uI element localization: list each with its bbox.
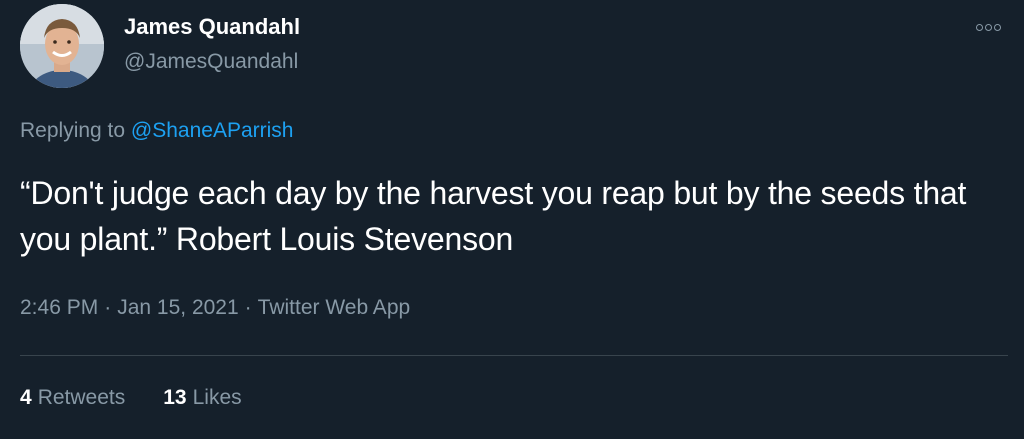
tweet-stats: 4 Retweets 13 Likes (20, 386, 242, 410)
avatar-image (20, 4, 104, 88)
more-icon[interactable] (976, 20, 1006, 34)
replying-to: Replying to @ShaneAParrish (20, 119, 293, 143)
divider (20, 355, 1008, 356)
reply-mention-link[interactable]: @ShaneAParrish (131, 119, 294, 142)
tweet-card: James Quandahl @JamesQuandahl Replying t… (0, 0, 1024, 439)
retweets-count: 4 (20, 386, 32, 409)
more-dot (976, 23, 983, 31)
avatar[interactable] (20, 4, 104, 88)
more-dot (985, 23, 992, 31)
likes-count: 13 (163, 386, 187, 409)
meta-separator: · (244, 296, 252, 319)
likes-label: Likes (192, 386, 242, 409)
tweet-text: “Don't judge each day by the harvest you… (20, 175, 967, 257)
tweet-meta: 2:46 PM · Jan 15, 2021 · Twitter Web App (20, 296, 410, 320)
tweet-time[interactable]: 2:46 PM (20, 296, 98, 319)
user-handle[interactable]: @JamesQuandahl (124, 50, 298, 74)
replying-prefix: Replying to (20, 119, 131, 142)
more-dot (994, 23, 1001, 31)
display-name[interactable]: James Quandahl (124, 14, 300, 40)
tweet-source[interactable]: Twitter Web App (258, 296, 411, 319)
retweets-stat[interactable]: 4 Retweets (20, 386, 125, 410)
tweet-date[interactable]: Jan 15, 2021 (117, 296, 238, 319)
retweets-label: Retweets (37, 386, 126, 409)
likes-stat[interactable]: 13 Likes (163, 386, 241, 410)
meta-separator: · (104, 296, 112, 319)
